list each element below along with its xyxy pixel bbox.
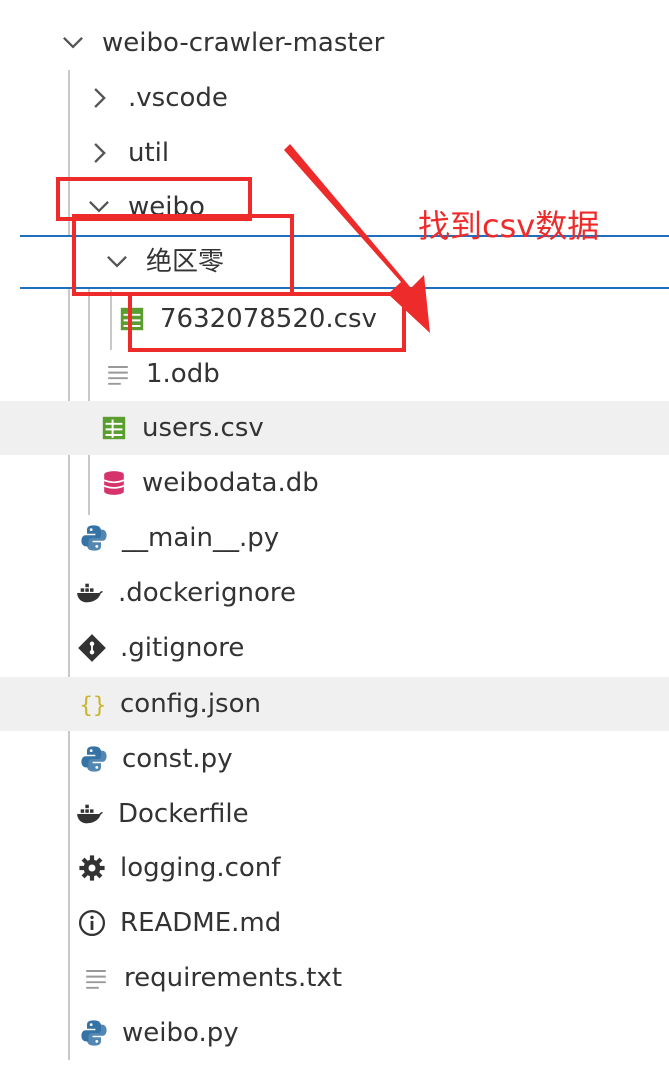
- annotation-arrow: [284, 144, 430, 333]
- annotation-text: 找到csv数据: [418, 207, 600, 245]
